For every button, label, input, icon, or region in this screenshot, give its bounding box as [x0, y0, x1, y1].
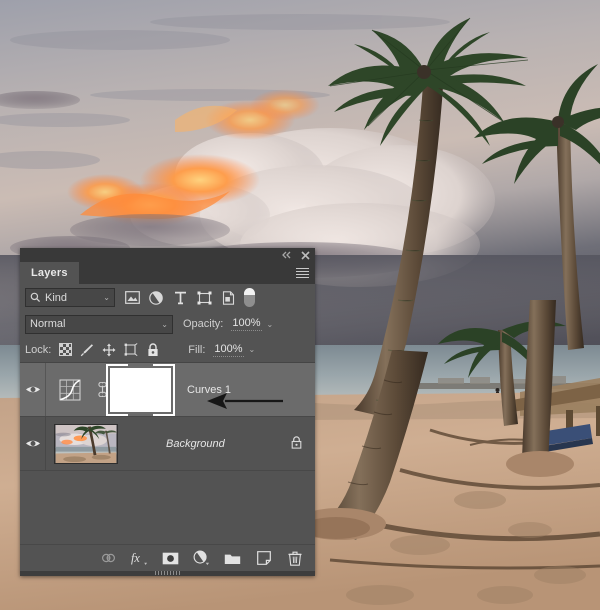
opacity-slider-caret[interactable]: ⌄: [267, 320, 274, 329]
fill-slider-caret[interactable]: ⌄: [249, 345, 256, 354]
add-layer-mask-button[interactable]: [162, 550, 179, 567]
delete-layer-button[interactable]: [286, 550, 303, 567]
lock-row: Lock: Fill: 100% ⌄: [20, 337, 315, 363]
svg-text:fx: fx: [131, 551, 140, 565]
opacity-value[interactable]: 100%: [231, 317, 262, 331]
filter-kind-label: Kind: [45, 291, 68, 304]
filter-shape-icon[interactable]: [192, 287, 216, 309]
layer-thumbnail[interactable]: [54, 423, 118, 464]
panel-resize-grip[interactable]: [20, 571, 315, 576]
panel-tab-strip: Layers: [20, 262, 315, 284]
link-mask-icon[interactable]: [94, 382, 110, 397]
new-adjustment-layer-button[interactable]: [193, 550, 210, 567]
layer-mask-thumbnail[interactable]: [106, 363, 175, 416]
curves-adjustment-icon: [59, 379, 81, 400]
blend-mode-select[interactable]: Normal ⌄: [25, 314, 173, 334]
add-layer-style-button[interactable]: fx: [131, 550, 148, 567]
tab-layers[interactable]: Layers: [20, 262, 79, 284]
new-group-button[interactable]: [224, 550, 241, 567]
filter-pixel-icon[interactable]: [120, 287, 144, 309]
panel-footer: fx: [20, 544, 315, 571]
fill-label: Fill:: [188, 343, 206, 356]
lock-label: Lock:: [25, 343, 52, 356]
layer-filter-row: Kind ⌄: [20, 284, 315, 311]
panel-titlebar: [20, 248, 315, 262]
tab-layers-label: Layers: [31, 267, 68, 279]
layer-name[interactable]: Curves 1: [187, 384, 231, 396]
layer-list: Curves 1 Background: [20, 363, 315, 544]
grip-handle-icon: [154, 571, 181, 575]
panel-menu-icon[interactable]: [296, 268, 309, 278]
fill-value[interactable]: 100%: [213, 343, 244, 357]
filter-toggle-switch[interactable]: [244, 288, 255, 307]
filter-adjustment-icon[interactable]: [144, 287, 168, 309]
lock-position-move-icon[interactable]: [102, 343, 116, 357]
layer-thumbnail[interactable]: [46, 378, 94, 402]
filter-type-icon[interactable]: [168, 287, 192, 309]
blend-mode-row: Normal ⌄ Opacity: 100% ⌄: [20, 311, 315, 337]
double-chevron-left-icon[interactable]: [282, 251, 292, 259]
chevron-down-icon[interactable]: ⌄: [155, 320, 168, 329]
beach-photo-thumbnail: [55, 424, 117, 463]
layer-visibility-toggle[interactable]: [20, 363, 46, 416]
filter-kind-select[interactable]: Kind ⌄: [25, 288, 115, 307]
lock-image-brush-icon[interactable]: [80, 343, 94, 357]
filter-smart-object-icon[interactable]: [216, 287, 240, 309]
layer-name[interactable]: Background: [166, 438, 225, 450]
table-row[interactable]: Curves 1: [20, 363, 315, 417]
link-layers-button[interactable]: [100, 550, 117, 567]
close-icon[interactable]: [301, 250, 310, 260]
lock-all-icon[interactable]: [146, 342, 160, 357]
table-row[interactable]: Background: [20, 417, 315, 471]
layers-panel: Layers Kind ⌄ Normal ⌄ Opacity: 100% ⌄ L…: [20, 248, 315, 576]
eye-icon: [25, 440, 40, 447]
chevron-down-icon[interactable]: ⌄: [97, 293, 110, 302]
search-icon: [30, 292, 41, 303]
opacity-label: Opacity:: [183, 318, 224, 330]
layer-visibility-toggle[interactable]: [20, 417, 46, 470]
lock-artboard-nesting-icon[interactable]: [124, 342, 138, 357]
filter-icon-group: [120, 287, 255, 309]
lock-icon[interactable]: [291, 435, 302, 452]
lock-transparency-icon[interactable]: [58, 343, 72, 357]
lock-icon-group: [58, 342, 160, 357]
new-layer-button[interactable]: [255, 550, 272, 567]
blend-mode-value: Normal: [30, 318, 66, 330]
eye-icon: [25, 386, 40, 393]
